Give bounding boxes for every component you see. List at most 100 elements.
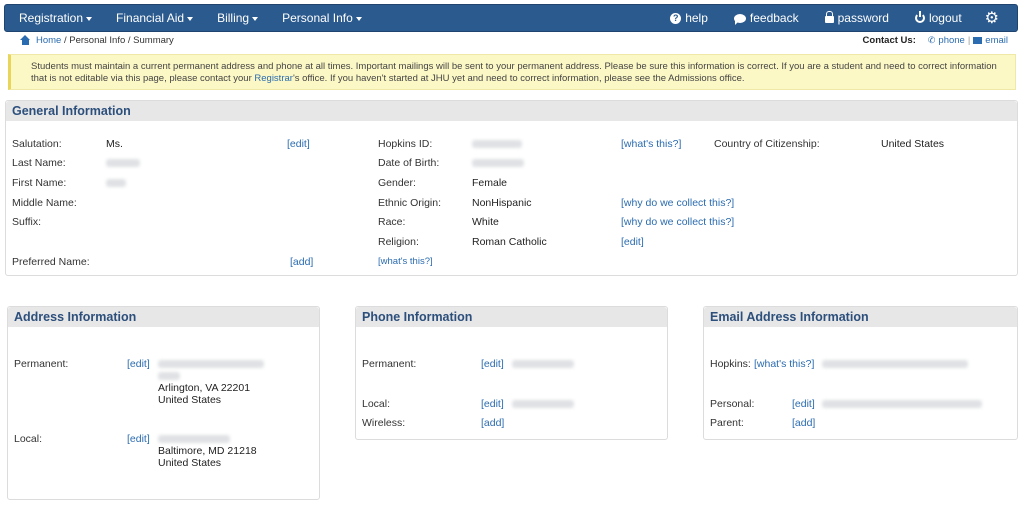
first-name-label: First Name: [12, 177, 67, 189]
hopkins-id-value-redacted [472, 140, 522, 148]
salutation-edit-link[interactable]: [edit] [287, 138, 310, 150]
wireless-phone-label: Wireless: [362, 417, 406, 429]
permanent-phone-edit-link[interactable]: [edit] [481, 358, 504, 370]
chevron-down-icon [355, 16, 362, 21]
local-country: United States [158, 457, 222, 469]
phone-information-title: Phone Information [356, 307, 667, 327]
ethnic-origin-value: NonHispanic [472, 197, 532, 209]
phone-information-panel: Phone Information Permanent: [edit] Loca… [355, 306, 668, 440]
race-label: Race: [378, 216, 406, 228]
wireless-phone-add-link[interactable]: [add] [481, 417, 504, 429]
permanent-address-label: Permanent: [14, 358, 69, 370]
nav-personal-info-label: Personal Info [282, 11, 353, 25]
info-alert: Students must maintain a current permane… [8, 54, 1016, 90]
gender-value: Female [472, 177, 508, 189]
ethnic-why-collect-link[interactable]: [why do we collect this?] [621, 197, 734, 209]
nav-registration-label: Registration [19, 11, 84, 25]
envelope-icon [973, 37, 983, 44]
local-street-redacted [158, 435, 230, 443]
religion-edit-link[interactable]: [edit] [621, 236, 644, 248]
parent-email-add-link[interactable]: [add] [792, 417, 815, 429]
permanent-phone-label: Permanent: [362, 358, 417, 370]
first-name-value-redacted [106, 179, 126, 187]
chevron-down-icon [187, 16, 194, 21]
top-navbar: Registration Financial Aid Billing Perso… [4, 4, 1018, 32]
registrar-link[interactable]: Registrar [254, 73, 293, 84]
gear-icon[interactable]: ⚙ [975, 5, 1017, 31]
nav-financial-aid-menu[interactable]: Financial Aid [104, 5, 205, 31]
help-link[interactable]: ? help [657, 5, 721, 31]
alert-line-2: that is not editable via this page, plea… [31, 73, 1005, 85]
breadcrumb-home-link[interactable]: Home [36, 35, 61, 46]
last-name-label: Last Name: [12, 157, 66, 169]
permanent-street-redacted [158, 360, 264, 368]
preferred-name-whats-this-link[interactable]: [what's this?] [378, 256, 433, 267]
contact-email-link[interactable]: email [985, 35, 1008, 46]
local-phone-edit-link[interactable]: [edit] [481, 398, 504, 410]
local-address-label: Local: [14, 433, 43, 445]
alert-line-1: Students must maintain a current permane… [31, 61, 997, 72]
ethnic-origin-label: Ethnic Origin: [378, 197, 442, 209]
local-city-state-zip: Baltimore, MD 21218 [158, 445, 257, 457]
feedback-link[interactable]: feedback [721, 5, 812, 31]
comment-icon [733, 13, 746, 25]
preferred-name-label: Preferred Name: [12, 256, 90, 268]
email-information-title: Email Address Information [704, 307, 1017, 327]
contact-bar: Contact Us: ✆ phone | email [863, 35, 1008, 46]
hopkins-id-label: Hopkins ID: [378, 138, 433, 150]
chevron-down-icon [252, 16, 259, 21]
hopkins-email-label: Hopkins: [710, 358, 751, 370]
nav-registration-menu[interactable]: Registration [5, 5, 104, 31]
last-name-value-redacted [106, 159, 140, 167]
hopkins-email-redacted [822, 360, 968, 368]
religion-label: Religion: [378, 236, 419, 248]
personal-email-edit-link[interactable]: [edit] [792, 398, 815, 410]
address-information-title: Address Information [8, 307, 319, 327]
personal-email-redacted [822, 400, 982, 408]
home-icon[interactable] [20, 35, 31, 45]
gender-label: Gender: [378, 177, 416, 189]
nav-billing-menu[interactable]: Billing [205, 5, 270, 31]
race-value: White [472, 216, 499, 228]
lock-icon [824, 11, 834, 23]
logout-label: logout [928, 11, 962, 25]
permanent-country: United States [158, 394, 222, 406]
hopkins-id-whats-this-link[interactable]: [what's this?] [621, 138, 681, 150]
question-icon: ? [670, 12, 682, 24]
permanent-address-edit-link[interactable]: [edit] [127, 358, 150, 370]
password-link[interactable]: password [812, 5, 902, 31]
dob-value-redacted [472, 159, 524, 167]
alert-text-a: that is not editable via this page, plea… [31, 73, 255, 84]
race-why-collect-link[interactable]: [why do we collect this?] [621, 216, 734, 228]
permanent-city-state-zip: Arlington, VA 22201 [158, 382, 251, 394]
suffix-label: Suffix: [12, 216, 41, 228]
contact-separator: | [967, 35, 971, 46]
salutation-label: Salutation: [12, 138, 62, 150]
citizenship-value: United States [881, 138, 945, 150]
contact-phone-link[interactable]: phone [938, 35, 964, 46]
nav-financial-aid-label: Financial Aid [116, 11, 185, 25]
breadcrumb-path: / Personal Info / Summary [63, 35, 174, 46]
personal-email-label: Personal: [710, 398, 755, 410]
permanent-street2-redacted [158, 372, 180, 380]
nav-personal-info-menu[interactable]: Personal Info [270, 5, 374, 31]
parent-email-label: Parent: [710, 417, 744, 429]
general-information-panel: General Information Salutation: Ms. [edi… [5, 100, 1018, 276]
email-information-panel: Email Address Information Hopkins: [what… [703, 306, 1018, 440]
nav-billing-label: Billing [217, 11, 250, 25]
address-information-panel: Address Information Permanent: [edit] Ar… [7, 306, 320, 500]
citizenship-label: Country of Citizenship: [714, 138, 820, 150]
hopkins-email-whats-this-link[interactable]: [what's this?] [754, 358, 814, 370]
power-icon [914, 11, 925, 23]
password-label: password [837, 11, 889, 25]
alert-text-b: 's office. If you haven't started at JHU… [292, 73, 745, 84]
salutation-value: Ms. [106, 138, 123, 150]
chevron-down-icon [86, 16, 93, 21]
preferred-name-add-link[interactable]: [add] [290, 256, 313, 268]
local-address-edit-link[interactable]: [edit] [127, 433, 150, 445]
local-phone-redacted [512, 400, 574, 408]
permanent-phone-redacted [512, 360, 574, 368]
logout-link[interactable]: logout [902, 5, 975, 31]
phone-icon: ✆ [927, 35, 936, 45]
dob-label: Date of Birth: [378, 157, 440, 169]
